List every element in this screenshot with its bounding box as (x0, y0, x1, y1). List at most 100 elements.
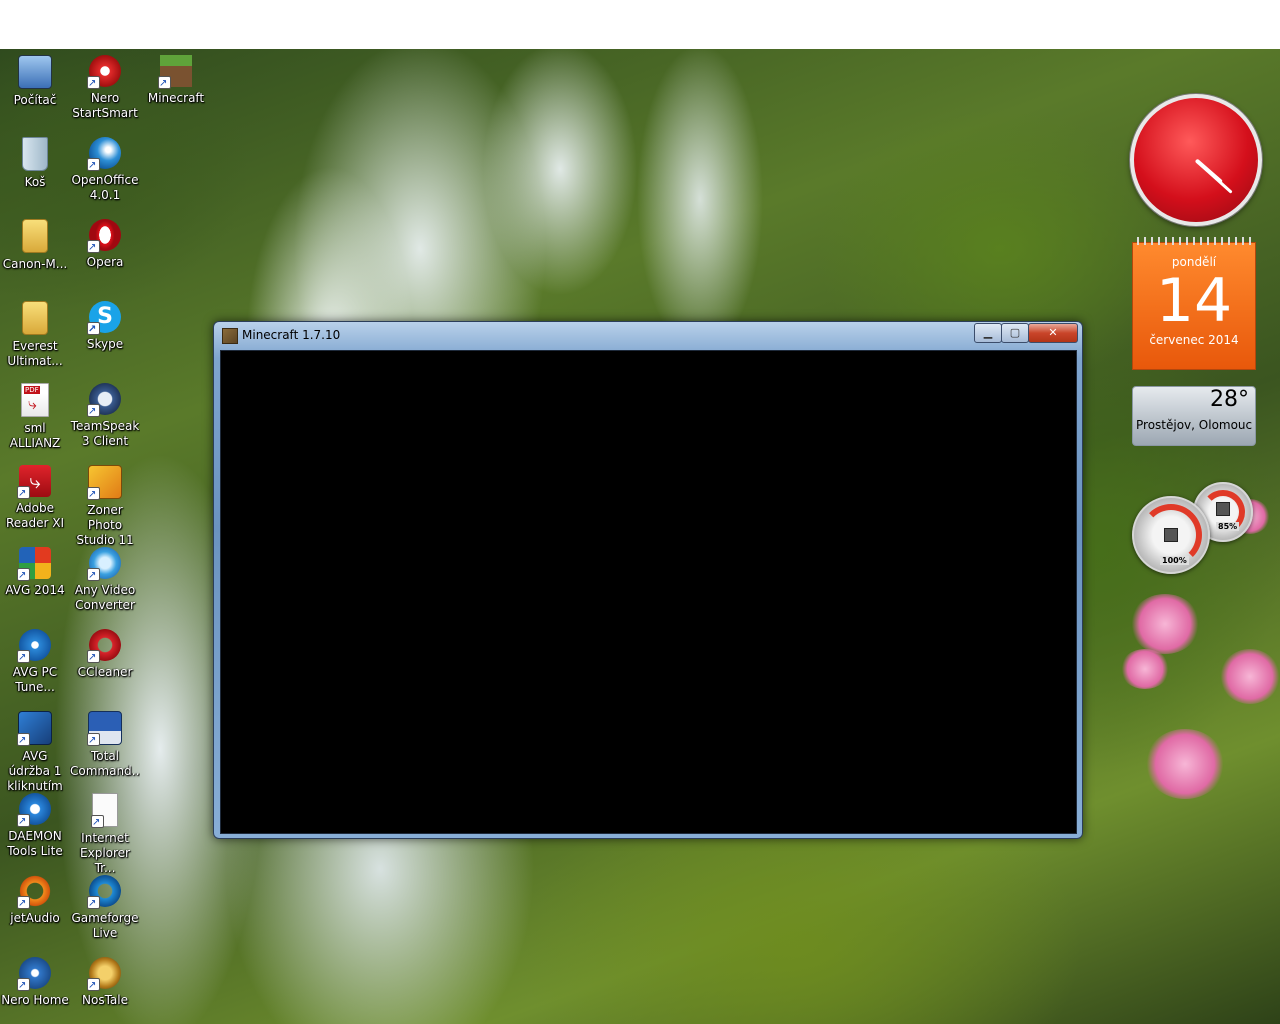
cpu-meter[interactable]: 100% (1132, 496, 1210, 574)
ccleaner-icon (87, 629, 121, 664)
memory-value: 85% (1216, 522, 1240, 531)
clock-minute-hand (1194, 158, 1233, 194)
desktop-icon-daemon[interactable]: DAEMON Tools Lite (0, 793, 70, 859)
total-commander-icon (87, 711, 122, 747)
desktop-icon-ccleaner[interactable]: CCleaner (70, 629, 140, 680)
desktop-icon-sml-allianz[interactable]: PDF ⤷ sml ALLIANZ (0, 383, 70, 451)
desktop-icon-label: jetAudio (10, 911, 60, 925)
desktop-icon-any-video[interactable]: Any Video Converter (70, 547, 140, 613)
desktop-icon-openoffice[interactable]: OpenOffice 4.0.1 (70, 137, 140, 203)
desktop-icon-label: Any Video Converter (74, 583, 136, 612)
weather-location: Prostějov, Olomouc... (1136, 418, 1252, 432)
video-converter-icon (87, 547, 121, 582)
minecraft-game-area[interactable] (220, 350, 1077, 834)
desktop-icon-avg2014[interactable]: AVG 2014 (0, 547, 70, 598)
maximize-button[interactable]: ▢ (1001, 323, 1029, 343)
jetaudio-icon (17, 875, 51, 910)
desktop-icon-avg-pc-tune[interactable]: AVG PC Tune... (0, 629, 70, 695)
nostale-icon (87, 957, 121, 992)
openoffice-icon (87, 137, 121, 172)
flower-decoration (1145, 729, 1225, 799)
desktop-icon-label: Total Command... (70, 749, 140, 778)
desktop-icon-canon[interactable]: Canon-M... (0, 219, 70, 272)
desktop-icon-nero-startsmart[interactable]: Nero StartSmart (70, 55, 140, 121)
window-title: Minecraft 1.7.10 (242, 328, 341, 342)
desktop-icon-label: Počítač (13, 93, 57, 107)
minecraft-icon (158, 55, 192, 90)
folder-icon (22, 301, 48, 335)
desktop-icon-label: Nero StartSmart (72, 91, 138, 120)
desktop-icon-label: Opera (86, 255, 124, 269)
desktop-icon-everest[interactable]: Everest Ultimat... (0, 301, 70, 369)
minecraft-window-icon (222, 328, 238, 344)
nero-icon (87, 55, 121, 90)
computer-icon (18, 55, 52, 89)
document-icon (91, 793, 118, 829)
nero-home-icon (17, 957, 51, 992)
minecraft-window[interactable]: Minecraft 1.7.10 ▁ ▢ ✕ (213, 321, 1083, 839)
desktop-icon-label: Adobe Reader XI (5, 501, 65, 530)
desktop-icon-pocitac[interactable]: Počítač (0, 55, 70, 108)
desktop-icon-label: Nero Home (1, 993, 69, 1007)
desktop-icon-label: Skype (86, 337, 124, 351)
desktop-icon-nero-home[interactable]: Nero Home (0, 957, 70, 1008)
opera-icon (87, 219, 121, 254)
desktop-icon-label: Minecraft (147, 91, 205, 105)
desktop-icon-opera[interactable]: Opera (70, 219, 140, 270)
folder-icon (22, 219, 48, 253)
avg-tune-icon (17, 629, 51, 664)
recycle-bin-icon (22, 137, 48, 171)
desktop-icon-label: Koš (24, 175, 46, 189)
memory-chip-icon (1216, 502, 1230, 516)
desktop-icon-label: Internet Explorer Tr... (80, 831, 130, 875)
cpu-value: 100% (1160, 556, 1189, 565)
desktop-icon-label: sml ALLIANZ (9, 421, 61, 450)
desktop-icon-label: DAEMON Tools Lite (7, 829, 63, 858)
pdf-icon: PDF ⤷ (21, 383, 49, 417)
flower-decoration (1120, 649, 1170, 689)
calendar-rings (1137, 237, 1251, 245)
calendar-gadget[interactable]: pondělí 14 červenec 2014 (1132, 237, 1256, 370)
daemon-tools-icon (17, 793, 51, 828)
calendar-day-number: 14 (1155, 266, 1233, 336)
desktop-icon-minecraft[interactable]: Minecraft (141, 55, 211, 106)
desktop-icon-zoner[interactable]: Zoner Photo Studio 11 (70, 465, 140, 548)
cpu-chip-icon (1164, 528, 1178, 542)
desktop-icon-kos[interactable]: Koš (0, 137, 70, 190)
desktop-icon-teamspeak[interactable]: TeamSpeak 3 Client (70, 383, 140, 449)
desktop-icon-ie[interactable]: Internet Explorer Tr... (70, 793, 140, 876)
desktop-icon-label: TeamSpeak 3 Client (70, 419, 140, 448)
desktop-icon-avg-udrzba[interactable]: AVG údržba 1 kliknutím (0, 711, 70, 794)
desktop-icon-label: CCleaner (77, 665, 133, 679)
flower-decoration (1220, 649, 1280, 704)
desktop-icon-total-commander[interactable]: Total Command... (70, 711, 140, 779)
desktop-icon-nostale[interactable]: NosTale (70, 957, 140, 1008)
desktop-icon-label: NosTale (82, 993, 128, 1007)
desktop-icon-label: Canon-M... (2, 257, 68, 271)
desktop-icon-label: Zoner Photo Studio 11 (76, 503, 134, 547)
skype-icon: S (87, 301, 121, 336)
desktop-icon-gameforge[interactable]: Gameforge Live (70, 875, 140, 941)
avg-maintenance-icon (17, 711, 52, 747)
teamspeak-icon (87, 383, 121, 418)
desktop-icon-label: AVG údržba 1 kliknutím (7, 749, 63, 793)
clock-gadget[interactable] (1130, 94, 1262, 226)
desktop-icon-jetaudio[interactable]: jetAudio (0, 875, 70, 926)
desktop-icon-label: OpenOffice 4.0.1 (71, 173, 139, 202)
minimize-button[interactable]: ▁ (974, 323, 1002, 343)
desktop-icon-skype[interactable]: S Skype (70, 301, 140, 352)
close-button[interactable]: ✕ (1028, 323, 1078, 343)
desktop-icon-label: Everest Ultimat... (7, 339, 63, 368)
calendar-month-year: červenec 2014 (1149, 333, 1239, 347)
desktop-icon-label: Gameforge Live (71, 911, 139, 940)
weather-temperature: 28° (1210, 387, 1249, 412)
adobe-reader-icon: ⤷ (17, 465, 51, 500)
weather-gadget[interactable]: 28° Prostějov, Olomouc... (1132, 386, 1256, 446)
gameforge-icon (87, 875, 121, 910)
zoner-icon (87, 465, 122, 501)
top-white-band (0, 0, 1280, 49)
desktop-icon-label: AVG 2014 (5, 583, 65, 597)
desktop-icon-adobe-reader[interactable]: ⤷ Adobe Reader XI (0, 465, 70, 531)
desktop-icon-label: AVG PC Tune... (12, 665, 58, 694)
avg-icon (17, 547, 51, 582)
